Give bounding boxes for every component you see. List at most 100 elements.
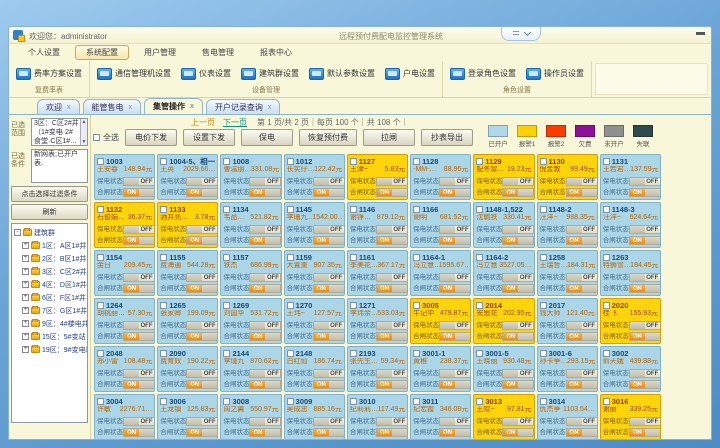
meter-card[interactable]: 3016谢丽339.25元保电状态OFF合闸状态ON [600, 394, 661, 439]
switch-status-toggle[interactable]: ON [629, 284, 661, 293]
switch-status-toggle[interactable]: ON [376, 236, 408, 245]
switch-status-toggle[interactable]: ON [502, 380, 534, 389]
switch-status-toggle[interactable]: ON [376, 188, 408, 197]
meter-card[interactable]: 2020桂飞155.93元保电状态OFF合闸状态ON [600, 298, 661, 344]
card-checkbox[interactable] [350, 254, 357, 261]
switch-status-toggle[interactable]: ON [439, 188, 471, 197]
meter-card[interactable]: 1148-1,522沈毓铁330.41元保电状态OFF合闸状态ON [473, 202, 534, 248]
card-checkbox[interactable] [97, 398, 104, 405]
meter-card[interactable]: 1269刘国华531.72元保电状态OFF合闸状态ON [220, 298, 281, 344]
meter-card[interactable]: 1129配冬雷…19.23元保电状态OFF合闸状态ON [473, 154, 534, 200]
card-checkbox[interactable] [160, 254, 167, 261]
switch-status-toggle[interactable]: ON [566, 188, 598, 197]
toolbar-button-电价下发[interactable]: 电价下发 [125, 129, 177, 146]
keep-status-toggle[interactable]: OFF [249, 369, 281, 378]
keep-status-toggle[interactable]: OFF [186, 417, 218, 426]
keep-status-toggle[interactable]: OFF [439, 225, 471, 234]
keep-status-toggle[interactable]: OFF [629, 225, 661, 234]
switch-status-toggle[interactable]: ON [123, 188, 155, 197]
keep-status-toggle[interactable]: OFF [629, 273, 661, 282]
switch-status-toggle[interactable]: ON [186, 332, 218, 341]
expand-icon[interactable]: + [22, 281, 29, 288]
switch-status-toggle[interactable]: ON [376, 284, 408, 293]
keep-status-toggle[interactable]: OFF [502, 321, 534, 330]
switch-status-toggle[interactable]: ON [186, 188, 218, 197]
keep-status-toggle[interactable]: OFF [502, 225, 534, 234]
refresh-button[interactable]: 刷新 [11, 204, 88, 220]
tree-root[interactable]: -建筑群 [14, 226, 87, 239]
keep-status-toggle[interactable]: OFF [502, 417, 534, 426]
switch-status-toggle[interactable]: ON [249, 236, 281, 245]
card-checkbox[interactable] [540, 350, 547, 357]
card-checkbox[interactable] [97, 254, 104, 261]
meter-card[interactable]: 2148白红仙186.74元保电状态OFF合闸状态ON [284, 346, 345, 392]
meter-card[interactable]: 3008周之翼550.97元保电状态OFF合闸状态ON [220, 394, 281, 439]
meter-card[interactable]: 3006王龙镇125.83元保电状态OFF合闸状态ON [157, 394, 218, 439]
switch-status-toggle[interactable]: ON [502, 428, 534, 437]
card-checkbox[interactable] [603, 158, 610, 165]
expand-icon[interactable]: + [22, 333, 29, 340]
switch-status-toggle[interactable]: ON [186, 236, 218, 245]
keep-status-toggle[interactable]: OFF [629, 177, 661, 186]
card-checkbox[interactable] [603, 398, 610, 405]
switch-status-toggle[interactable]: ON [502, 332, 534, 341]
filter-select-button[interactable]: 点击选择过滤条件 [11, 186, 88, 202]
card-checkbox[interactable] [160, 350, 167, 357]
scroll-up-icon[interactable]: ▲ [82, 119, 87, 125]
keep-status-toggle[interactable]: OFF [313, 417, 345, 426]
keep-status-toggle[interactable]: OFF [376, 417, 408, 426]
card-checkbox[interactable] [223, 350, 230, 357]
card-checkbox[interactable] [476, 398, 483, 405]
meter-card[interactable]: 1148-3汪洋~624.64元保电状态OFF合闸状态ON [600, 202, 661, 248]
meter-card[interactable]: 1271李玮余…533.03元保电状态OFF合闸状态ON [347, 298, 408, 344]
card-checkbox[interactable] [476, 158, 483, 165]
tree-item[interactable]: +4区：D区1#井（F区1#… [14, 278, 87, 291]
switch-status-toggle[interactable]: ON [123, 428, 155, 437]
close-icon[interactable]: x [268, 104, 272, 111]
card-checkbox[interactable] [350, 158, 357, 165]
keep-status-toggle[interactable]: OFF [186, 321, 218, 330]
meter-card[interactable]: 1258王瑞哲…184.31元保电状态OFF合闸状态ON [537, 250, 598, 296]
meter-card[interactable]: 1127王津~5.83元保电状态OFF合闸状态ON [347, 154, 408, 200]
tree-item[interactable]: +1区：A区1#井 [14, 239, 87, 252]
card-checkbox[interactable] [350, 302, 357, 309]
keep-status-toggle[interactable]: OFF [249, 273, 281, 282]
meter-card[interactable]: 1133酒井亮…3.78元保电状态OFF合闸状态ON [157, 202, 218, 248]
keep-status-toggle[interactable]: OFF [123, 225, 155, 234]
card-checkbox[interactable] [413, 398, 420, 405]
switch-status-toggle[interactable]: ON [249, 332, 281, 341]
ribbon-button-费率方案设置[interactable]: 费率方案设置 [13, 66, 85, 82]
meter-card[interactable]: 1130倪金敦99.49元保电状态OFF合闸状态ON [537, 154, 598, 200]
meter-card[interactable]: 1264胡桃丽…57.30元保电状态OFF合闸状态ON [94, 298, 155, 344]
meter-card[interactable]: 1161季美花…367.17元保电状态OFF合闸状态ON [347, 250, 408, 296]
card-checkbox[interactable] [413, 302, 420, 309]
meter-card[interactable]: 1263特狮雪…184.45元保电状态OFF合闸状态ON [600, 250, 661, 296]
switch-status-toggle[interactable]: ON [502, 284, 534, 293]
keep-status-toggle[interactable]: OFF [186, 273, 218, 282]
meter-card[interactable]: 1132石俊娟…36.37元保电状态OFF合闸状态ON [94, 202, 155, 248]
keep-status-toggle[interactable]: OFF [123, 369, 155, 378]
switch-status-toggle[interactable]: ON [629, 236, 661, 245]
switch-status-toggle[interactable]: ON [502, 188, 534, 197]
keep-status-toggle[interactable]: OFF [313, 321, 345, 330]
switch-status-toggle[interactable]: ON [566, 380, 598, 389]
card-checkbox[interactable] [350, 206, 357, 213]
meter-card[interactable]: 3010纪莉莉…117.49元保电状态OFF合闸状态ON [347, 394, 408, 439]
keep-status-toggle[interactable]: OFF [249, 417, 281, 426]
card-checkbox[interactable] [287, 206, 294, 213]
meter-card[interactable]: 3001-6孙卡争…293.15元保电状态OFF合闸状态ON [537, 346, 598, 392]
switch-status-toggle[interactable]: ON [629, 188, 661, 197]
switch-status-toggle[interactable]: ON [439, 380, 471, 389]
close-icon[interactable]: x [129, 104, 133, 111]
grid-icon[interactable] [513, 31, 519, 37]
keep-status-toggle[interactable]: OFF [313, 177, 345, 186]
card-checkbox[interactable] [413, 158, 420, 165]
selected-range-box[interactable]: 3区：C区2#井（1#变电·2#食堂·C区1#… ▲▼ [31, 118, 88, 146]
card-checkbox[interactable] [160, 206, 167, 213]
card-checkbox[interactable] [97, 158, 104, 165]
toolbar-button-抄表导出[interactable]: 抄表导出 [421, 129, 473, 146]
card-checkbox[interactable] [476, 302, 483, 309]
meter-card[interactable]: 1270王玮~127.57元保电状态OFF合闸状态ON [284, 298, 345, 344]
switch-status-toggle[interactable]: ON [249, 188, 281, 197]
meter-card[interactable]: 1134韦品…521.82元保电状态OFF合闸状态ON [220, 202, 281, 248]
